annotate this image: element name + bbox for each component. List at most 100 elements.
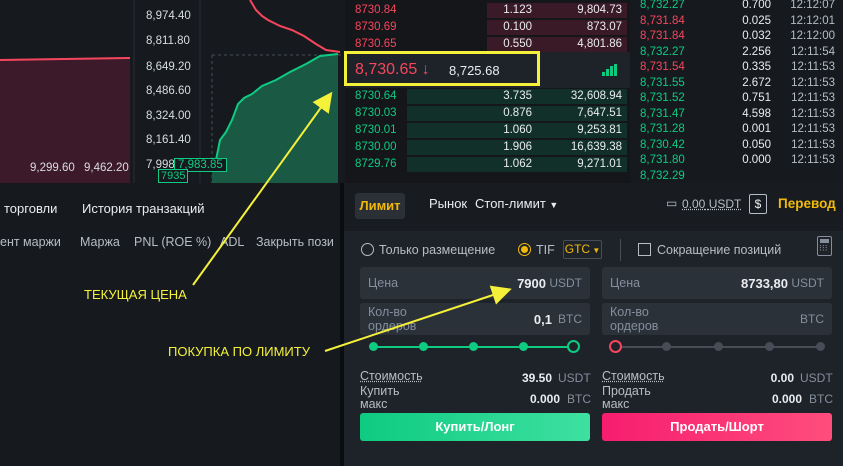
- trade-price: 8,731.55: [640, 76, 685, 89]
- trade-qty: 2.256: [742, 45, 771, 58]
- ask-price: 8730.65: [355, 38, 397, 50]
- col-margin-ratio: ент маржи: [0, 235, 61, 249]
- ask-row[interactable]: 8730.69 0.100 873.07: [345, 19, 630, 36]
- trade-qty: 0.335: [742, 61, 771, 73]
- trade-price: 8,731.84: [640, 30, 685, 42]
- trade-qty: 0.700: [742, 0, 771, 11]
- bid-row[interactable]: 8730.00 1.906 16,639.38: [345, 139, 630, 156]
- sell-max-label: Продать макс: [602, 384, 651, 411]
- bid-qty: 1.906: [503, 141, 532, 153]
- buy-price-input[interactable]: Цена 7900 USDT: [360, 267, 590, 299]
- trade-qty: 0.025: [742, 14, 771, 27]
- trade-price: 8,732.29: [640, 169, 685, 182]
- sell-amount-slider[interactable]: [606, 337, 827, 356]
- bid-price: 8729.76: [355, 158, 397, 170]
- tif-radio[interactable]: [518, 243, 531, 256]
- slider-step[interactable]: [814, 340, 827, 353]
- trade-time: 12:12:01: [790, 14, 835, 27]
- buy-max-value: 0.000: [529, 392, 560, 406]
- available-balance: 0.00 USDT: [682, 197, 742, 211]
- positions-panel: торговли История транзакций ент маржи Ма…: [0, 183, 340, 466]
- tab-trade-history[interactable]: торговли: [4, 201, 57, 216]
- ask-qty: 1.123: [503, 4, 532, 16]
- bid-price: 8730.64: [355, 90, 397, 102]
- transfer-button[interactable]: Перевод: [778, 196, 836, 211]
- trade-row: 8,731.52 0.751 12:11:53: [630, 90, 843, 107]
- tab-stop-limit[interactable]: Стоп-лимит ▼: [475, 196, 558, 211]
- trade-price: 8,731.54: [640, 61, 685, 73]
- sell-cost-label: Стоимость: [602, 369, 665, 383]
- trade-price: 8,731.28: [640, 123, 685, 135]
- trade-row: 8,731.84 0.025 12:12:01: [630, 13, 843, 30]
- buy-cost-unit: USDT: [558, 371, 591, 385]
- trade-time: 12:11:53: [791, 92, 835, 104]
- ask-row[interactable]: 8730.84 1.123 9,804.73: [345, 2, 630, 19]
- bid-row[interactable]: 8730.64 3.735 32,608.94: [345, 88, 630, 105]
- bid-qty: 0.876: [503, 107, 532, 119]
- limit-buy-annotation: ПОКУПКА ПО ЛИМИТУ: [168, 344, 310, 359]
- tif-label: TIF: [536, 243, 555, 257]
- trade-time: 12:12:07: [790, 0, 835, 11]
- trade-qty: 0.001: [742, 123, 771, 135]
- slider-step[interactable]: [762, 340, 776, 353]
- trade-price: 8,730.42: [640, 138, 685, 151]
- trade-qty: 0.032: [742, 30, 771, 42]
- trade-time: 12:11:53: [791, 123, 835, 135]
- tab-transaction-history[interactable]: История транзакций: [82, 201, 204, 216]
- buy-max-label: Купить макс: [360, 384, 400, 411]
- slider-step[interactable]: [660, 340, 674, 353]
- bid-qty: 1.062: [503, 158, 532, 170]
- trade-row: 8,732.29: [630, 168, 843, 185]
- trade-qty: 0.050: [742, 138, 771, 151]
- bid-price: 8730.01: [355, 124, 397, 136]
- col-margin: Маржа: [80, 235, 120, 249]
- trade-price: 8,731.52: [640, 92, 685, 104]
- trade-time: 12:12:00: [790, 30, 835, 42]
- slider-handle[interactable]: [564, 337, 583, 356]
- post-only-radio[interactable]: [361, 243, 374, 256]
- sell-short-button[interactable]: Продать/Шорт: [602, 413, 832, 441]
- buy-qty-input[interactable]: Кол-во ордеров 0,1 BTC: [360, 303, 590, 335]
- bid-depth-area: [212, 54, 338, 183]
- sell-qty-label: Кол-во ордеров: [610, 305, 659, 333]
- sell-max-value: 0.000: [771, 392, 802, 406]
- bid-row[interactable]: 8729.76 1.062 9,271.01: [345, 156, 630, 173]
- calculator-icon[interactable]: [817, 236, 832, 256]
- bid-total: 9,271.01: [577, 158, 622, 170]
- slider-step[interactable]: [517, 340, 530, 353]
- tab-market[interactable]: Рынок: [429, 196, 467, 211]
- col-close-position: Закрыть пози: [256, 235, 334, 249]
- sell-qty-input[interactable]: Кол-во ордеров BTC: [602, 303, 832, 335]
- sell-max-unit: BTC: [809, 392, 833, 406]
- depth-y-label: 8,649.20: [146, 61, 191, 73]
- bid-row[interactable]: 8730.01 1.060 9,253.81: [345, 122, 630, 139]
- buy-amount-slider[interactable]: [367, 337, 583, 356]
- chevron-down-icon: ▼: [549, 200, 559, 210]
- slider-step[interactable]: [417, 340, 430, 353]
- order-book: 8730.84 1.123 9,804.73 8730.69 0.100 873…: [345, 0, 630, 183]
- dollar-icon[interactable]: $: [749, 194, 767, 214]
- trade-price: 8,732.27: [640, 45, 685, 58]
- slider-step[interactable]: [467, 340, 480, 353]
- ask-price: 8730.84: [355, 4, 397, 16]
- slider-step[interactable]: [711, 340, 725, 353]
- reduce-only-checkbox[interactable]: [638, 243, 651, 256]
- slider-handle[interactable]: [606, 337, 625, 356]
- order-form: Лимит Рынок Стоп-лимит ▼ ▭ 0.00 USDT $ П…: [344, 183, 843, 466]
- bid-total: 9,253.81: [577, 124, 622, 136]
- bid-price: 8730.00: [355, 141, 397, 153]
- slider-step[interactable]: [367, 340, 380, 353]
- buy-qty-unit: BTC: [558, 312, 582, 326]
- gtc-select[interactable]: GTC ▼: [563, 240, 602, 259]
- col-pnl: PNL (ROE %): [134, 235, 212, 249]
- trade-qty: 4.598: [742, 107, 771, 120]
- post-only-label: Только размещение: [379, 243, 496, 257]
- sell-price-input[interactable]: Цена 8733,80 USDT: [602, 267, 832, 299]
- bid-row[interactable]: 8730.03 0.876 7,647.51: [345, 105, 630, 122]
- depth-y-label: 8,974.40: [146, 10, 191, 22]
- tab-limit[interactable]: Лимит: [355, 193, 405, 219]
- trade-row: 8,731.54 0.335 12:11:53: [630, 59, 843, 76]
- current-price-annotation: ТЕКУЩАЯ ЦЕНА: [84, 287, 187, 302]
- trade-time: 12:11:53: [791, 138, 835, 151]
- buy-long-button[interactable]: Купить/Лонг: [360, 413, 590, 441]
